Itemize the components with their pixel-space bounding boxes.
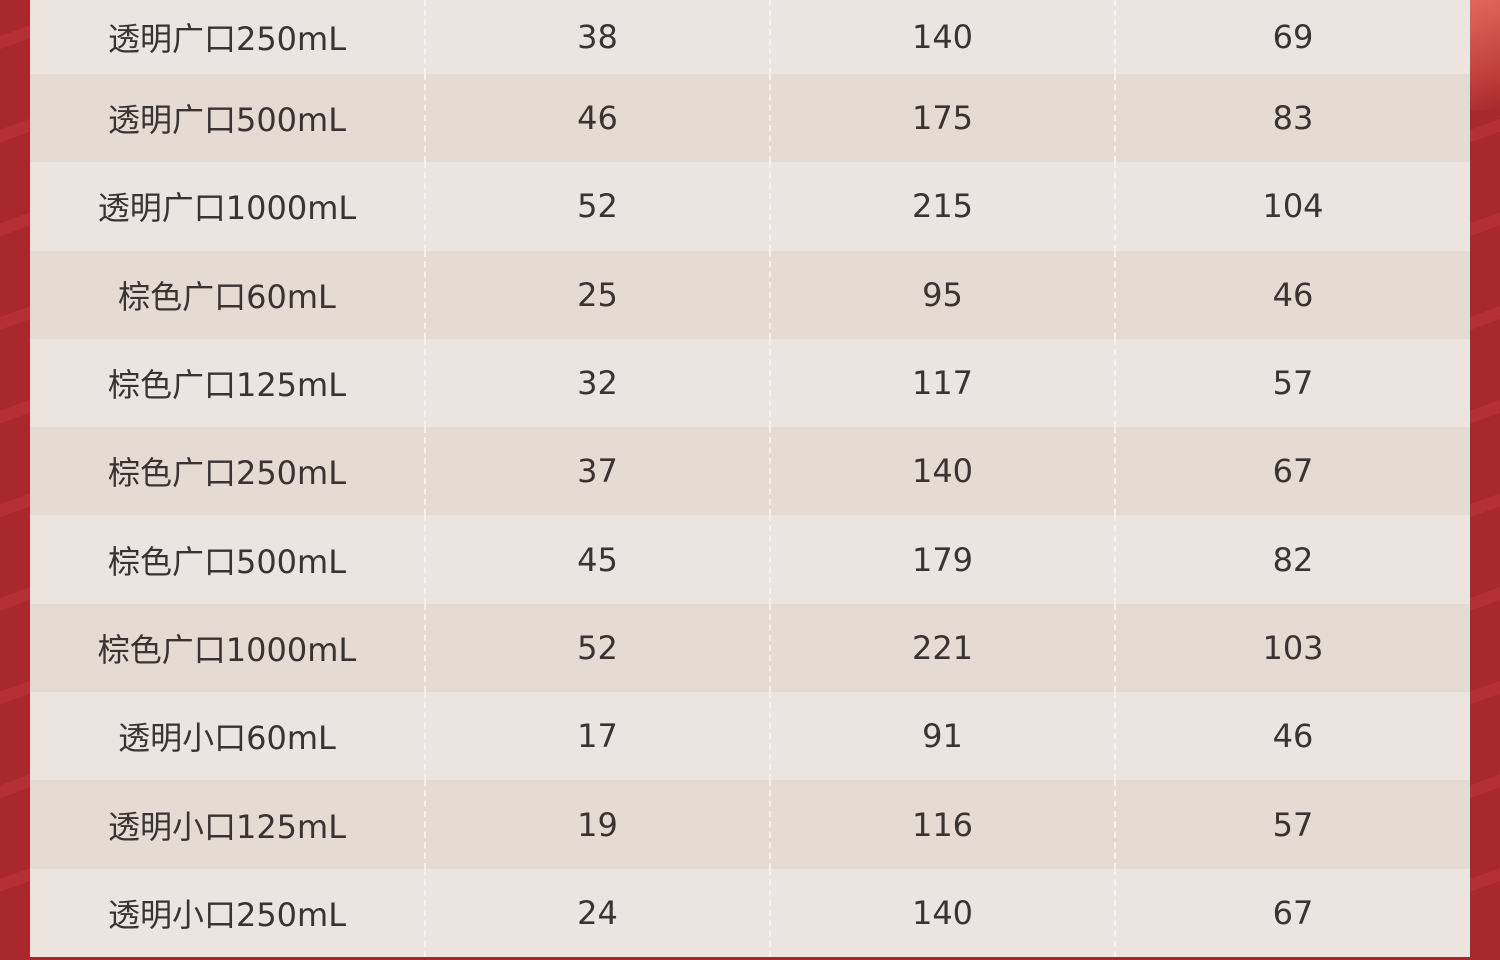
value-cell: 179 [769,515,1114,604]
table-row: 透明小口60mL 17 91 46 [30,692,1470,781]
product-name-cell: 透明小口125mL [107,807,347,846]
value-cell: 116 [769,780,1114,869]
table-row: 棕色广口1000mL 52 221 103 [30,603,1470,693]
value-cell: 221 [769,603,1114,693]
product-name-cell: 棕色广口250mL [107,454,347,493]
value-cell: 32 [424,338,769,428]
table-row: 透明小口250mL 24 140 67 [30,868,1470,957]
value-cell: 69 [1114,0,1470,74]
product-name-cell: 透明广口500mL [107,101,347,140]
table-row: 棕色广口125mL 32 117 57 [30,338,1470,428]
value-cell: 57 [1114,338,1470,428]
value-cell: 175 [769,74,1114,163]
value-cell: 104 [1114,162,1470,251]
product-name-cell: 透明广口250mL [107,20,347,58]
product-name-cell: 棕色广口125mL [107,366,347,405]
value-cell: 17 [424,692,769,781]
price-table: 透明广口250mL 38 140 69 透明广口500mL 46 175 83 … [30,0,1470,960]
value-cell: 215 [769,162,1114,251]
product-name-cell: 棕色广口500mL [107,542,347,581]
product-name-cell: 透明广口1000mL [97,189,357,228]
table-row: 透明广口500mL 46 175 83 [30,74,1470,163]
product-name-cell: 棕色广口60mL [118,277,336,316]
value-cell: 25 [424,250,769,339]
table-row: 透明小口125mL 19 116 57 [30,780,1470,869]
table-row: 透明广口250mL 38 140 69 [30,0,1470,74]
value-cell: 46 [1114,250,1470,339]
value-cell: 140 [769,868,1114,957]
value-cell: 103 [1114,603,1470,693]
value-cell: 140 [769,0,1114,74]
value-cell: 82 [1114,515,1470,604]
value-cell: 45 [424,515,769,604]
value-cell: 140 [769,427,1114,516]
value-cell: 46 [1114,692,1470,781]
value-cell: 38 [424,0,769,74]
table-row: 棕色广口250mL 37 140 67 [30,427,1470,516]
value-cell: 95 [769,250,1114,339]
table-row: 透明广口1000mL 52 215 104 [30,162,1470,251]
decorative-accent [1470,0,1500,110]
value-cell: 24 [424,868,769,957]
left-decorative-border [0,0,30,960]
table-row: 棕色广口60mL 25 95 46 [30,250,1470,339]
value-cell: 19 [424,780,769,869]
product-name-cell: 透明小口250mL [107,895,347,934]
value-cell: 57 [1114,780,1470,869]
value-cell: 52 [424,603,769,693]
value-cell: 37 [424,427,769,516]
table-row: 棕色广口500mL 45 179 82 [30,515,1470,604]
right-decorative-border [1470,0,1500,960]
value-cell: 83 [1114,74,1470,163]
value-cell: 52 [424,162,769,251]
value-cell: 67 [1114,427,1470,516]
product-name-cell: 棕色广口1000mL [97,630,357,669]
value-cell: 46 [424,74,769,163]
value-cell: 67 [1114,868,1470,957]
value-cell: 117 [769,338,1114,428]
product-name-cell: 透明小口60mL [118,719,336,758]
value-cell: 91 [769,692,1114,781]
